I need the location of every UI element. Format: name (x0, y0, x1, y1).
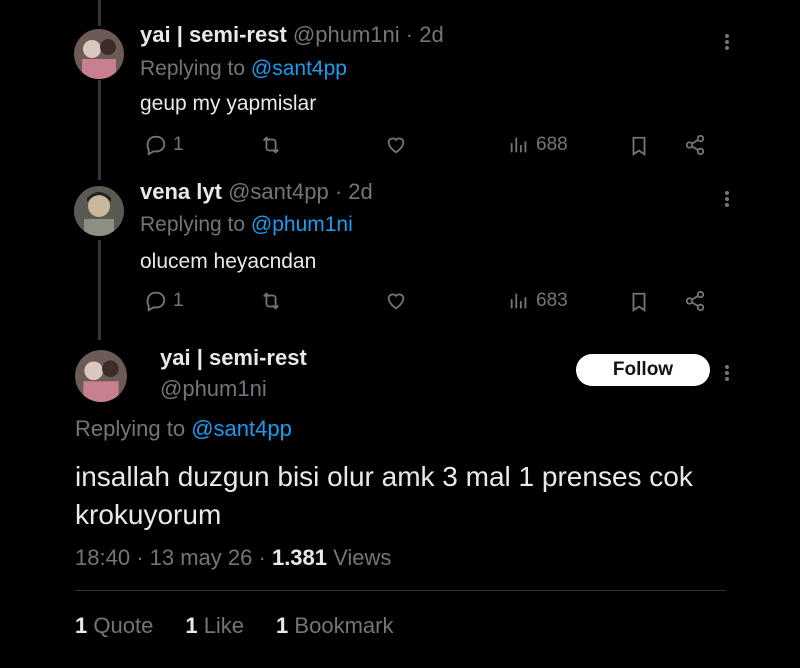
views-icon (510, 137, 527, 153)
retweet-icon (263, 292, 279, 310)
reply-icon (146, 135, 166, 156)
retweet-button[interactable] (260, 290, 282, 312)
views-button[interactable]: 683 (508, 290, 568, 312)
views-count: 688 (536, 134, 568, 155)
share-button[interactable] (684, 134, 706, 156)
thread-connector (98, 0, 101, 26)
bookmark-button[interactable] (628, 290, 650, 314)
timestamp[interactable]: 2d (419, 22, 443, 47)
more-icon[interactable] (725, 363, 729, 383)
engagement-stats: 1 Quote 1 Like 1 Bookmark (75, 613, 393, 639)
more-icon[interactable] (725, 189, 729, 209)
follow-button[interactable]: Follow (576, 354, 710, 386)
handle[interactable]: @phum1ni (160, 376, 267, 402)
views-icon (510, 293, 527, 309)
views-label: Views (333, 545, 392, 570)
more-icon[interactable] (725, 32, 729, 52)
avatar[interactable] (74, 29, 124, 79)
like-button[interactable] (385, 134, 407, 156)
reply-icon (146, 291, 166, 312)
tweet-text: olucem heyacndan (140, 250, 317, 273)
views-count: 683 (536, 290, 568, 311)
replying-to: Replying to @sant4pp (75, 416, 292, 441)
replying-to: Replying to @sant4pp (140, 57, 347, 80)
reply-count: 1 (173, 134, 184, 155)
views-button[interactable]: 688 (508, 134, 568, 156)
reply-button[interactable]: 1 (145, 290, 184, 312)
date[interactable]: 13 may 26 (150, 545, 253, 570)
tweet-header: yai | semi-rest @phum1ni · 2d (140, 22, 444, 47)
handle[interactable]: @sant4pp (228, 179, 329, 204)
views-count: 1.381 (271, 545, 328, 570)
like-icon (387, 137, 405, 154)
divider (75, 590, 726, 591)
retweet-icon (263, 136, 279, 154)
retweet-button[interactable] (260, 134, 282, 156)
bookmark-icon (632, 136, 646, 156)
handle[interactable]: @phum1ni (293, 22, 400, 47)
reply-button[interactable]: 1 (145, 134, 184, 156)
bookmarks-stat[interactable]: 1 Bookmark (276, 613, 393, 639)
bookmark-button[interactable] (628, 134, 650, 158)
mention-link[interactable]: @phum1ni (251, 213, 353, 236)
tweet-header: vena lyt @sant4pp · 2d (140, 179, 373, 204)
display-name[interactable]: yai | semi-rest (140, 22, 287, 47)
tweet-text: insallah duzgun bisi olur amk 3 mal 1 pr… (75, 461, 693, 530)
like-icon (387, 293, 405, 310)
mention-link[interactable]: @sant4pp (251, 57, 347, 80)
likes-stat[interactable]: 1 Like (185, 613, 244, 639)
quotes-stat[interactable]: 1 Quote (75, 613, 153, 639)
share-icon (685, 290, 705, 312)
avatar[interactable] (75, 350, 127, 402)
tweet-meta: 18:40 · 13 may 26 · 1.381 Views (75, 545, 392, 570)
display-name[interactable]: vena lyt (140, 179, 222, 204)
replying-to: Replying to @phum1ni (140, 213, 353, 236)
like-button[interactable] (385, 290, 407, 312)
thread-connector (98, 240, 101, 340)
bookmark-icon (632, 292, 646, 312)
timestamp[interactable]: 2d (348, 179, 372, 204)
avatar[interactable] (74, 186, 124, 236)
share-icon (685, 134, 705, 156)
time[interactable]: 18:40 (75, 545, 130, 570)
tweet-text: geup my yapmislar (140, 92, 317, 115)
display-name[interactable]: yai | semi-rest (160, 345, 307, 371)
thread-connector (98, 80, 101, 180)
share-button[interactable] (684, 290, 706, 312)
mention-link[interactable]: @sant4pp (191, 416, 292, 441)
reply-count: 1 (173, 290, 184, 311)
